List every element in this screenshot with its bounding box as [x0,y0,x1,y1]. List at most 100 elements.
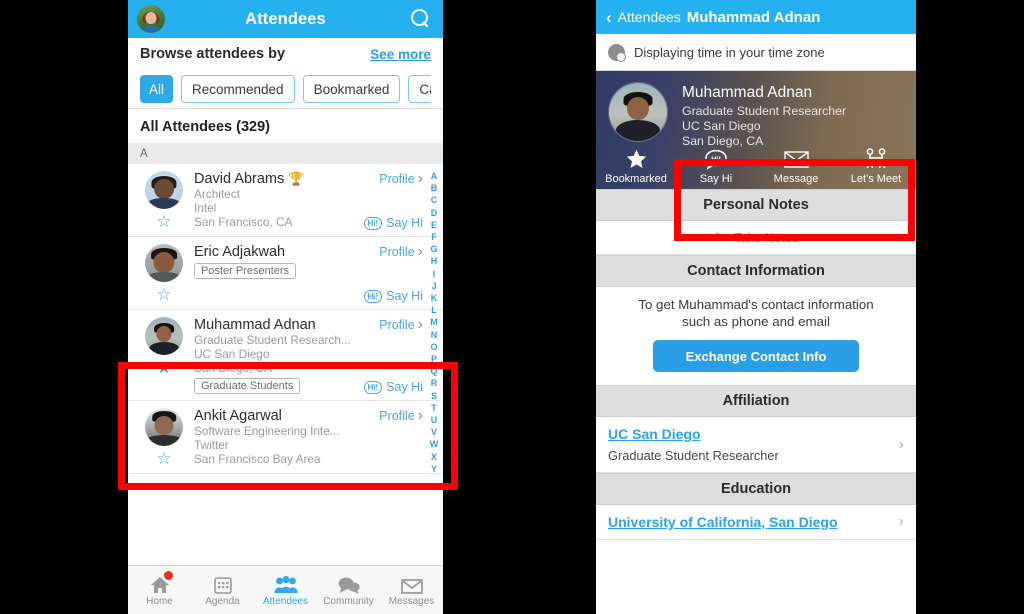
alpha-index-letter[interactable]: R [431,377,438,389]
alpha-index-letter[interactable]: H [431,255,438,267]
bookmark-star-icon[interactable] [156,286,171,303]
alphabet-index[interactable]: ABCDEFGHIJKLMNOPQRSTUVWXY [427,170,441,475]
filter-chip-categories[interactable]: Cat [408,75,431,103]
alpha-index-letter[interactable]: B [431,182,438,194]
back-label[interactable]: Attendees [618,9,681,25]
tab-messages[interactable]: Messages [380,566,443,614]
search-icon[interactable] [411,9,431,29]
alpha-index-letter[interactable]: E [431,219,437,231]
tab-community[interactable]: Community [317,566,380,614]
tab-agenda[interactable]: Agenda [191,566,254,614]
profile-label: Profile [379,318,415,332]
profile-link[interactable]: Profile › [379,317,423,333]
profile-link[interactable]: Profile › [379,408,423,424]
alpha-index-letter[interactable]: S [431,390,437,402]
alpha-index-letter[interactable]: L [431,304,437,316]
profile-label: Profile [379,245,415,259]
avatar [608,82,668,142]
filter-chip-all[interactable]: All [140,75,174,103]
see-more-link[interactable]: See more [370,47,431,62]
affiliation-row[interactable]: UC San Diego Graduate Student Researcher… [596,417,916,473]
say-hi-button[interactable]: Hi! Say Hi [363,380,423,394]
left-navbar: Attendees [128,0,443,38]
row-info: David Abrams 🏆 Architect Intel San Franc… [190,171,357,230]
alpha-index-letter[interactable]: A [431,170,438,182]
alpha-index-letter[interactable]: X [431,451,437,463]
profile-org: UC San Diego [682,119,761,133]
row-info: Eric Adjakwah Poster Presenters [190,244,357,303]
alpha-index-letter[interactable]: Y [431,463,437,475]
browse-bar: Browse attendees by See more [128,38,443,70]
user-avatar[interactable] [137,5,165,33]
profile-link[interactable]: Profile › [379,171,423,187]
education-row[interactable]: University of California, San Diego › [596,505,916,540]
alpha-index-letter[interactable]: T [431,402,437,414]
table-row[interactable]: David Abrams 🏆 Architect Intel San Franc… [128,164,443,237]
attendee-company: Intel [194,201,217,215]
affiliation-subtext: Graduate Student Researcher [608,448,779,463]
alpha-index-letter[interactable]: O [430,341,437,353]
attendee-title: Graduate Student Research... [194,333,351,347]
chevron-right-icon: › [417,243,423,260]
alpha-index-letter[interactable]: J [431,280,436,292]
table-row[interactable]: Eric Adjakwah Poster Presenters Profile … [128,237,443,310]
pencil-icon: ✎ [712,228,728,248]
lets-meet-action[interactable]: Let's Meet [836,147,916,189]
timezone-bar: Displaying time in your time zone [596,34,916,71]
hi-bubble-icon: Hi! [363,289,383,303]
attendee-company: UC San Diego [194,347,270,361]
envelope-icon [400,574,423,594]
message-label: Message [773,173,819,185]
message-action[interactable]: Message [756,147,836,189]
alpha-index-letter[interactable]: K [431,292,438,304]
attendee-location: San Diego, CA [194,361,273,375]
bookmark-star-icon[interactable] [156,450,171,467]
alpha-index-letter[interactable]: D [431,207,438,219]
hi-bubble-icon: Hi! [363,216,383,230]
filter-chip-recommended[interactable]: Recommended [181,75,295,103]
tab-home[interactable]: Home [128,566,191,614]
alpha-index-letter[interactable]: M [430,316,438,328]
section-header-contact-information: Contact Information [596,255,916,287]
table-row[interactable]: Ankit Agarwal Software Engineering Inte.… [128,401,443,474]
filter-chip-row: All Recommended Bookmarked Cat [128,70,443,108]
alpha-index-letter[interactable]: G [430,243,437,255]
alpha-index-letter[interactable]: C [431,194,438,206]
say-hi-action[interactable]: Hi! Say Hi [676,147,756,189]
say-hi-label: Say Hi [386,380,423,394]
alpha-index-letter[interactable]: P [431,353,437,365]
tab-attendees[interactable]: Attendees [254,566,317,614]
attendee-tag: Poster Presenters [194,263,297,279]
section-header-education: Education [596,473,916,505]
hero-info: Muhammad Adnan Graduate Student Research… [668,82,846,149]
alpha-index-letter[interactable]: N [431,329,438,341]
chevron-left-icon[interactable]: ‹ [606,9,612,26]
take-notes-row[interactable]: ✎ Take Notes [596,221,916,255]
alpha-index-letter[interactable]: I [433,268,436,280]
attendee-title: Software Engineering Inte... [194,424,340,438]
say-hi-label: Say Hi [699,173,733,185]
alpha-index-letter[interactable]: F [431,231,437,243]
alpha-section-header: A [128,143,443,164]
attendee-location: San Francisco Bay Area [194,452,321,466]
table-row-selected[interactable]: Muhammad Adnan Graduate Student Research… [128,310,443,401]
alpha-index-letter[interactable]: Q [430,365,437,377]
bookmarked-action[interactable]: Bookmarked [596,147,676,189]
affiliation-link[interactable]: UC San Diego [608,426,904,442]
lets-meet-label: Let's Meet [850,173,902,185]
filter-chip-bookmarked[interactable]: Bookmarked [302,75,401,103]
say-hi-button[interactable]: Hi! Say Hi [363,216,423,230]
trophy-icon: 🏆 [288,171,305,186]
say-hi-button[interactable]: Hi! Say Hi [363,289,423,303]
hi-bubble-icon: Hi! [704,148,728,170]
alpha-index-letter[interactable]: W [430,438,439,450]
bookmark-star-icon[interactable] [156,213,171,230]
profile-link[interactable]: Profile › [379,244,423,260]
education-link[interactable]: University of California, San Diego [608,514,904,530]
take-notes-label: Take Notes [734,230,799,245]
exchange-contact-info-button[interactable]: Exchange Contact Info [653,340,859,372]
row-left [138,317,190,394]
bookmark-star-icon[interactable] [156,359,171,376]
alpha-index-letter[interactable]: V [431,426,437,438]
alpha-index-letter[interactable]: U [431,414,438,426]
